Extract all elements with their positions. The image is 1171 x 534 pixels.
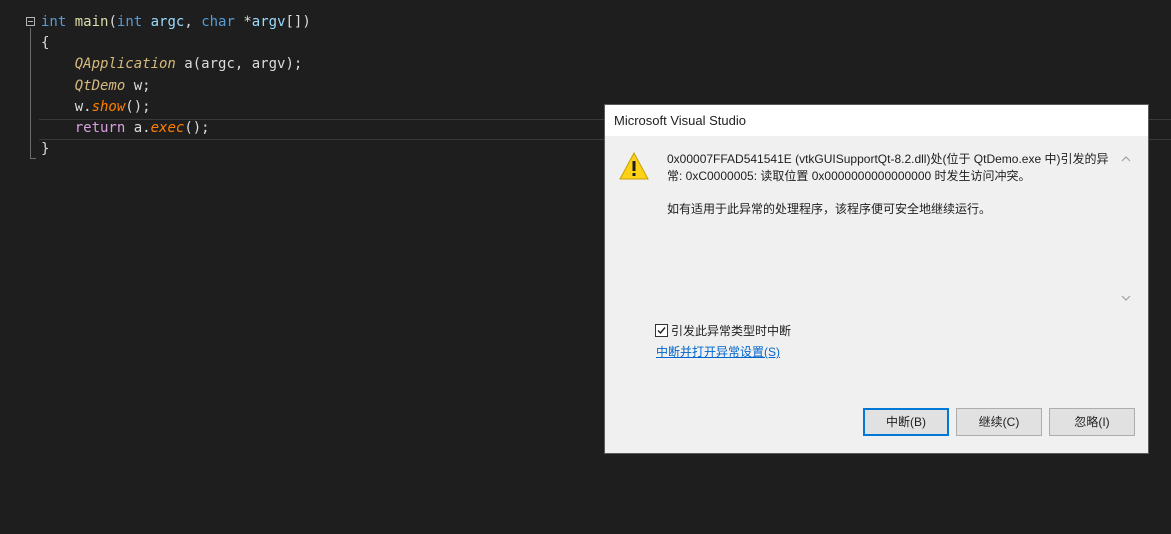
dialog-title: Microsoft Visual Studio [614, 113, 746, 128]
code-token: ( [108, 14, 117, 30]
code-line[interactable]: w.show(); [41, 97, 151, 118]
exception-message-line1: 0x00007FFAD541541E (vtkGUISupportQt-8.2.… [667, 152, 1109, 183]
ignore-button[interactable]: 忽略(I) [1049, 408, 1135, 436]
code-token: * [234, 14, 252, 30]
open-exception-settings-link[interactable]: 中断并打开异常设置(S) [656, 343, 780, 360]
fold-guide-end [30, 158, 36, 159]
code-token: show [91, 98, 126, 115]
fold-guide [30, 28, 31, 159]
code-line[interactable]: return a.exec(); [41, 118, 210, 139]
scroll-down-icon[interactable] [1119, 292, 1133, 304]
code-line[interactable]: { [41, 33, 49, 54]
code-token: return [74, 120, 126, 136]
code-token: } [41, 141, 50, 158]
code-line[interactable]: int main(int argc, char *argv[]) [41, 12, 311, 33]
code-token: a(argc, argv); [175, 56, 303, 73]
code-token: w; [125, 77, 151, 94]
exception-dialog: Microsoft Visual Studio 0x00007FFAD54154… [605, 105, 1148, 453]
exception-message: 0x00007FFAD541541E (vtkGUISupportQt-8.2.… [667, 151, 1119, 311]
break-on-exception-label: 引发此异常类型时中断 [671, 323, 792, 338]
break-on-exception-checkbox[interactable] [655, 323, 668, 337]
code-token: a. [125, 120, 151, 136]
code-token: int [116, 14, 143, 30]
code-token: { [41, 35, 50, 52]
code-token: []) [285, 14, 311, 30]
collapse-icon[interactable] [26, 17, 35, 26]
break-on-exception-option[interactable]: 引发此异常类型时中断 [655, 321, 791, 339]
scroll-up-icon[interactable] [1119, 153, 1133, 165]
code-token: exec [150, 120, 185, 136]
checkmark-icon [657, 326, 666, 334]
dialog-title-bar[interactable]: Microsoft Visual Studio [605, 105, 1148, 136]
continue-button[interactable]: 继续(C) [956, 408, 1042, 436]
warning-icon [619, 152, 649, 180]
code-token: QApplication [74, 56, 176, 73]
code-token: int [41, 14, 67, 30]
code-token: argv [251, 14, 286, 30]
code-line[interactable]: } [41, 139, 49, 160]
code-token: w. [41, 98, 92, 115]
break-button[interactable]: 中断(B) [863, 408, 949, 436]
code-token: , [184, 14, 202, 30]
code-token: argc [150, 14, 185, 30]
code-token: (); [184, 120, 210, 136]
code-token: main [74, 14, 109, 30]
code-line[interactable]: QtDemo w; [41, 76, 151, 97]
code-token: char [201, 14, 235, 30]
exception-message-line2: 如有适用于此异常的处理程序，该程序便可安全地继续运行。 [667, 202, 992, 216]
code-token: (); [125, 98, 151, 115]
code-line[interactable]: QApplication a(argc, argv); [41, 54, 303, 75]
code-token: QtDemo [74, 77, 126, 94]
